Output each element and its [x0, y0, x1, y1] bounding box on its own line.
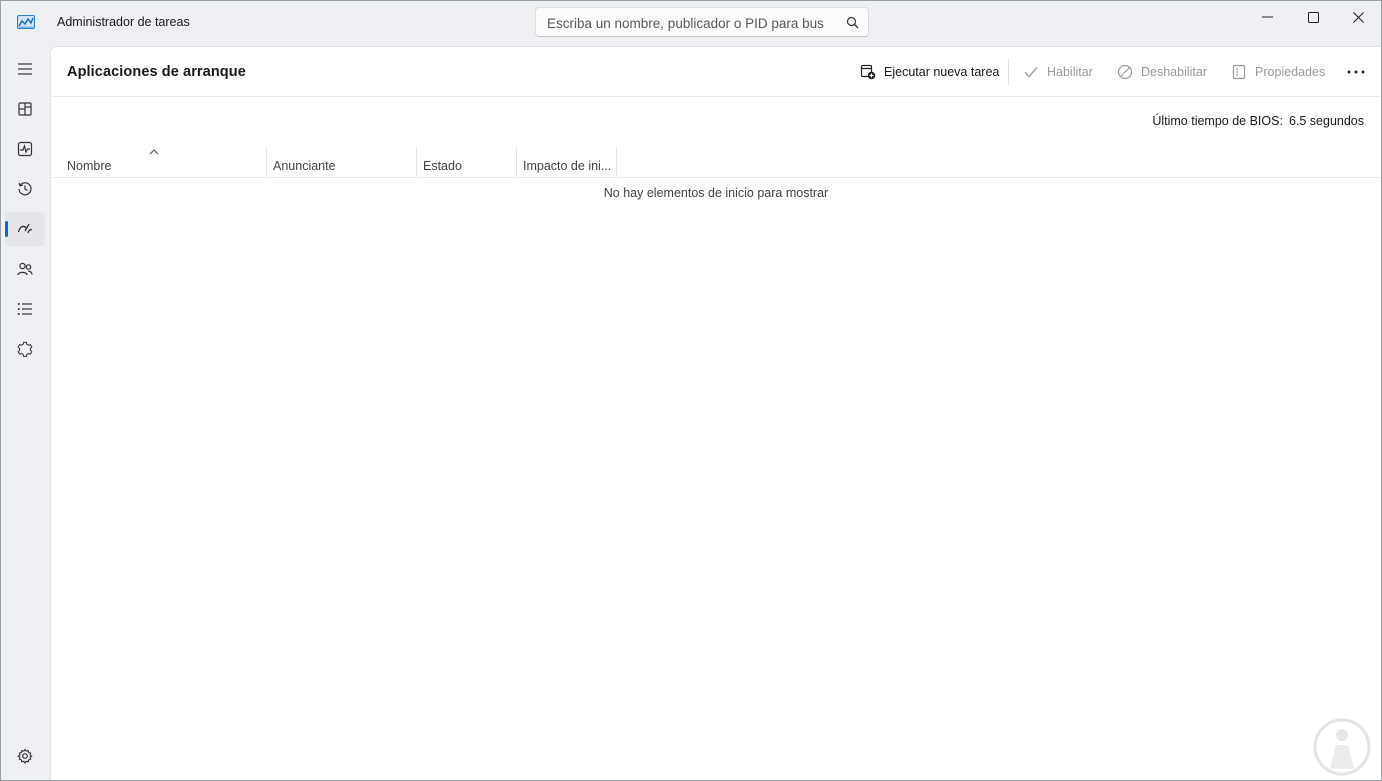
settings-icon — [17, 748, 33, 764]
close-button[interactable] — [1335, 1, 1381, 33]
services-icon — [17, 341, 33, 357]
run-new-task-icon — [860, 64, 876, 80]
history-icon — [18, 182, 32, 196]
bios-time-value: 6.5 segundos — [1288, 114, 1364, 128]
maximize-button[interactable] — [1290, 1, 1336, 33]
more-icon — [1347, 70, 1365, 74]
details-icon — [17, 303, 32, 315]
disable-label: Deshabilitar — [1141, 65, 1208, 79]
column-publisher-label: Anunciante — [273, 159, 336, 173]
table-header: Nombre Anunciante Estado Impacto de ini.… — [51, 147, 1381, 178]
enable-label: Habilitar — [1047, 65, 1093, 79]
menu-icon — [18, 63, 32, 75]
performance-icon — [17, 141, 33, 157]
window-title: Administrador de tareas — [57, 15, 190, 29]
properties-icon — [1232, 64, 1246, 80]
active-indicator — [5, 221, 8, 237]
sidebar-item-services[interactable] — [5, 332, 45, 366]
sidebar — [1, 45, 49, 780]
enable-button[interactable]: Habilitar — [1023, 60, 1093, 84]
properties-button[interactable]: Propiedades — [1231, 60, 1325, 84]
page-title: Aplicaciones de arranque — [67, 64, 246, 80]
run-new-task-button[interactable]: Ejecutar nueva tarea — [860, 60, 999, 84]
users-icon — [17, 262, 33, 276]
bios-time: Último tiempo de BIOS: 6.5 segundos — [1152, 114, 1364, 128]
search-box[interactable] — [535, 7, 869, 37]
column-status-label: Estado — [423, 159, 462, 173]
startup-icon — [17, 223, 33, 234]
settings-button[interactable] — [5, 739, 45, 773]
main-content: Aplicaciones de arranque Ejecutar nueva … — [50, 46, 1381, 780]
hamburger-menu-button[interactable] — [5, 52, 45, 86]
disable-button[interactable]: Deshabilitar — [1117, 60, 1207, 84]
processes-icon — [18, 102, 32, 116]
run-new-task-label: Ejecutar nueva tarea — [884, 65, 1000, 79]
sidebar-item-details[interactable] — [5, 292, 45, 326]
minimize-icon — [1261, 16, 1273, 18]
bios-time-label: Último tiempo de BIOS: — [1152, 114, 1283, 128]
page-header: Aplicaciones de arranque Ejecutar nueva … — [51, 47, 1381, 97]
disable-icon — [1117, 64, 1133, 80]
sort-ascending-icon — [149, 149, 159, 155]
watermark-logo — [1313, 718, 1371, 776]
column-header-startup-impact[interactable]: Impacto de ini... — [517, 147, 617, 177]
column-header-publisher[interactable]: Anunciante — [267, 147, 417, 177]
sidebar-item-performance[interactable] — [5, 132, 45, 166]
sidebar-item-app-history[interactable] — [5, 172, 45, 206]
sidebar-item-startup-apps[interactable] — [5, 212, 45, 246]
task-manager-window: Administrador de tareas Escriba un nombr… — [0, 0, 1382, 781]
sidebar-item-processes[interactable] — [5, 92, 45, 126]
empty-list-message: No hay elementos de inicio para mostrar — [603, 186, 829, 200]
close-icon — [1352, 11, 1364, 23]
checkmark-icon — [1024, 67, 1038, 78]
search-icon[interactable] — [846, 16, 859, 29]
column-header-name[interactable]: Nombre — [51, 147, 267, 177]
title-bar: Administrador de tareas — [1, 1, 1381, 45]
column-name-label: Nombre — [67, 159, 112, 173]
column-startup-impact-label: Impacto de ini... — [523, 159, 612, 173]
sidebar-item-users[interactable] — [5, 252, 45, 286]
app-icon — [17, 15, 35, 29]
search-input[interactable] — [545, 12, 839, 34]
column-header-status[interactable]: Estado — [417, 147, 517, 177]
properties-label: Propiedades — [1255, 65, 1326, 79]
toolbar-separator — [1008, 59, 1009, 85]
maximize-icon — [1307, 11, 1319, 23]
more-options-button[interactable] — [1341, 61, 1371, 83]
minimize-button[interactable] — [1244, 1, 1290, 33]
